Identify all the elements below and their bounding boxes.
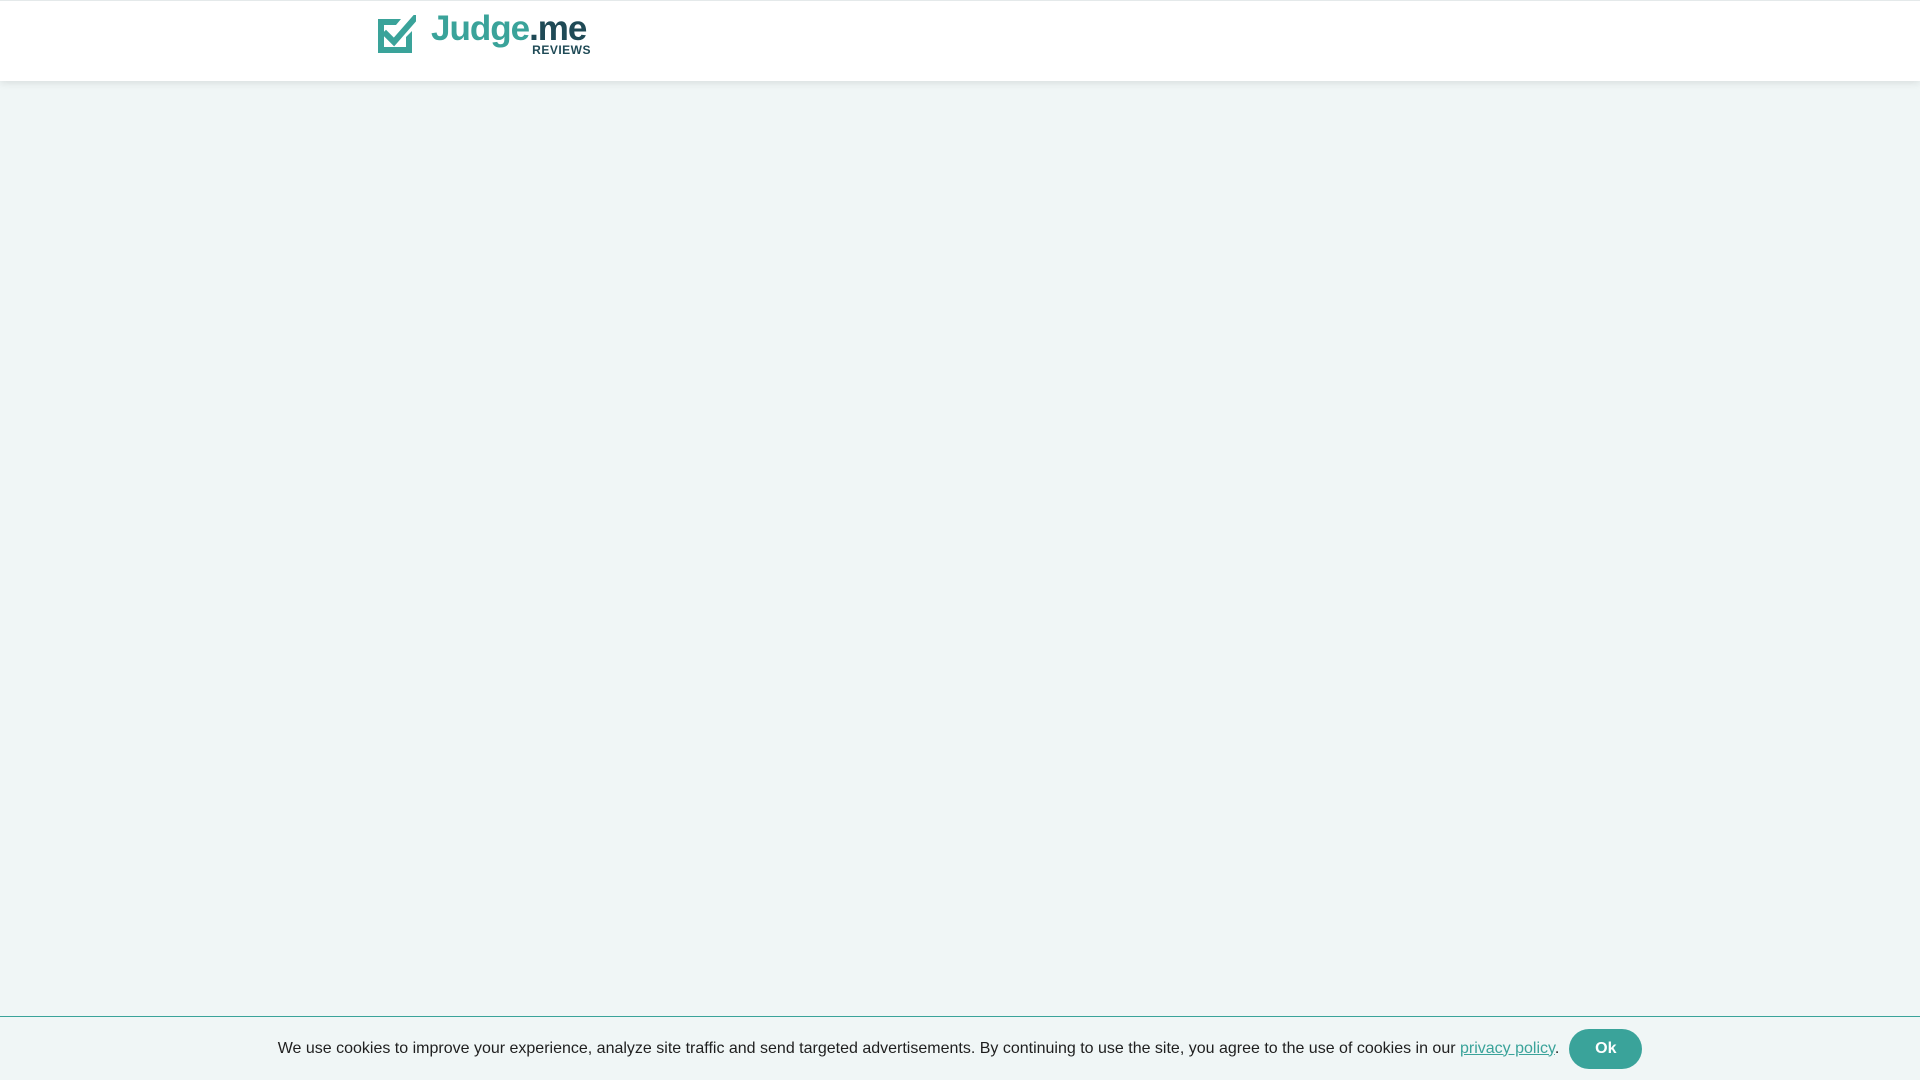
cookie-banner: We use cookies to improve your experienc… — [0, 1016, 1920, 1080]
logo-word-main: Judge — [431, 9, 530, 48]
cookie-message-text: We use cookies to improve your experienc… — [277, 1039, 1460, 1057]
judgeme-logo[interactable]: Judge.me REVIEWS — [374, 11, 591, 57]
checkbox-check-icon — [378, 15, 416, 53]
cookie-ok-button[interactable]: Ok — [1569, 1028, 1643, 1069]
logo-word: Judge.me — [431, 9, 587, 48]
site-header: Judge.me REVIEWS — [0, 0, 1920, 81]
main-content-area — [0, 81, 1920, 1016]
logo-wordmark: Judge.me REVIEWS — [431, 11, 591, 57]
cookie-message-period: . — [1554, 1039, 1560, 1057]
logo-subtitle: REVIEWS — [532, 43, 591, 57]
cookie-message: We use cookies to improve your experienc… — [278, 1040, 1560, 1058]
privacy-policy-link[interactable]: privacy policy — [1460, 1040, 1555, 1057]
